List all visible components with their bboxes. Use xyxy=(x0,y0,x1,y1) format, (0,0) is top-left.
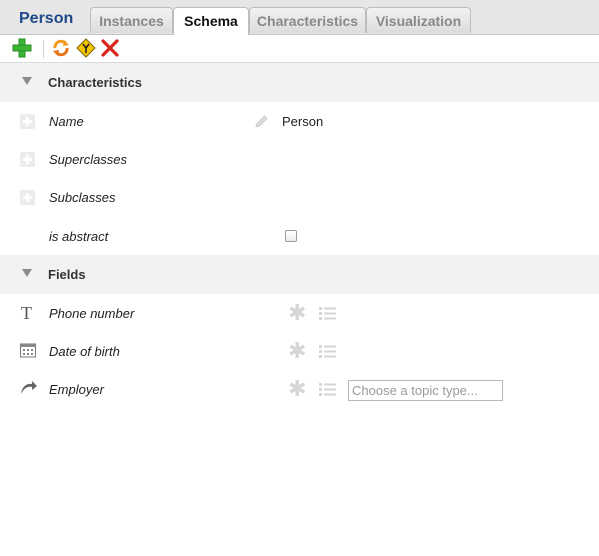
add-icon[interactable] xyxy=(11,37,33,59)
expand-plus-icon[interactable] xyxy=(20,190,35,205)
subclasses-row: Subclasses xyxy=(0,178,599,216)
is-abstract-row: is abstract xyxy=(0,217,599,255)
association-arrow-icon xyxy=(20,380,37,398)
text-icon: T xyxy=(20,303,36,325)
tab-schema[interactable]: Schema xyxy=(173,7,249,35)
collapse-triangle-icon[interactable] xyxy=(22,77,32,85)
date-of-birth-label: Date of birth xyxy=(49,344,120,359)
toolbar xyxy=(0,35,599,63)
is-abstract-label: is abstract xyxy=(49,229,109,244)
list-icon[interactable] xyxy=(319,344,336,362)
topic-type-input[interactable] xyxy=(348,380,503,401)
expand-plus-icon[interactable] xyxy=(20,114,35,129)
calendar-icon xyxy=(20,342,36,361)
name-row: Name Person xyxy=(0,102,599,140)
required-star-icon[interactable]: ✱ xyxy=(288,378,306,400)
collapse-triangle-icon[interactable] xyxy=(22,269,32,277)
expand-plus-icon[interactable] xyxy=(20,152,35,167)
field-row-date-of-birth: Date of birth ✱ xyxy=(0,332,599,370)
field-row-phone-number: T Phone number ✱ xyxy=(0,294,599,332)
tab-visualization[interactable]: Visualization xyxy=(366,7,471,33)
tab-instances[interactable]: Instances xyxy=(90,7,173,33)
fields-section-label: Fields xyxy=(48,267,86,282)
fields-section-header[interactable]: Fields xyxy=(0,255,599,294)
toolbar-separator xyxy=(43,40,44,58)
delete-icon[interactable] xyxy=(99,37,121,59)
required-star-icon[interactable]: ✱ xyxy=(288,340,306,362)
subclasses-label: Subclasses xyxy=(49,190,116,205)
characteristics-section-label: Characteristics xyxy=(48,75,142,90)
list-icon[interactable] xyxy=(319,306,336,324)
field-row-employer: Employer ✱ xyxy=(0,370,599,408)
merge-icon[interactable] xyxy=(75,37,97,59)
superclasses-label: Superclasses xyxy=(49,152,128,167)
superclasses-row: Superclasses xyxy=(0,140,599,178)
required-star-icon[interactable]: ✱ xyxy=(288,302,306,324)
refresh-icon[interactable] xyxy=(50,37,72,59)
name-value[interactable]: Person xyxy=(282,114,323,129)
name-label: Name xyxy=(49,114,84,129)
svg-text:T: T xyxy=(21,304,32,322)
app-title: Person xyxy=(19,10,74,27)
list-icon[interactable] xyxy=(319,382,336,400)
phone-number-label: Phone number xyxy=(49,306,135,321)
tab-characteristics[interactable]: Characteristics xyxy=(249,7,366,33)
is-abstract-checkbox[interactable] xyxy=(285,230,297,242)
pencil-icon[interactable] xyxy=(254,114,269,132)
employer-label: Employer xyxy=(49,382,104,397)
header-bar: Person Instances Schema Characteristics … xyxy=(0,0,599,35)
characteristics-section-header[interactable]: Characteristics xyxy=(0,63,599,102)
